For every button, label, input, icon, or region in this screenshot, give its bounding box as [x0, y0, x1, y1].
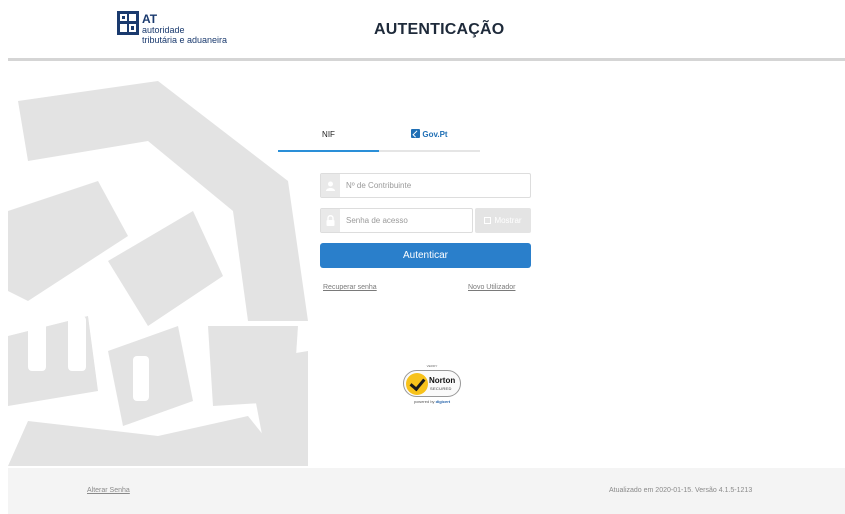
recover-password-link[interactable]: Recuperar senha — [323, 284, 377, 291]
authenticate-button[interactable]: Autenticar — [320, 243, 531, 268]
seal-name: Norton — [429, 376, 456, 385]
password-input[interactable] — [346, 212, 466, 229]
seal-verify-text: VERIFY — [426, 364, 438, 368]
tab-govpt-label: Gov.Pt — [422, 130, 448, 139]
logo-line-2: tributária e aduaneira — [142, 35, 228, 45]
seal-provider: digicert — [435, 399, 451, 404]
user-icon — [321, 174, 340, 197]
nif-input[interactable] — [346, 177, 526, 194]
norton-check-icon — [406, 373, 428, 395]
show-password-label: Mostrar — [494, 216, 522, 225]
seal-body: Norton SECURED — [403, 370, 461, 397]
at-emblem-icon — [117, 11, 139, 35]
header-divider — [8, 58, 845, 61]
seal-powered-by: powered by digicert — [400, 399, 464, 404]
tab-nif[interactable]: NIF — [278, 124, 379, 152]
nif-field — [320, 173, 531, 198]
logo-abbrev: AT — [142, 12, 158, 26]
seal-powered-by-text: powered by — [413, 399, 435, 404]
govpt-badge-icon — [411, 129, 421, 138]
tab-nif-label: NIF — [322, 130, 335, 139]
header: AT autoridade tributária e aduaneira AUT… — [0, 0, 845, 58]
new-user-link[interactable]: Novo Utilizador — [468, 284, 515, 291]
show-password-toggle[interactable]: Mostrar — [475, 208, 531, 233]
seal-secured: SECURED — [430, 386, 452, 391]
at-logo[interactable]: AT autoridade tributária e aduaneira — [117, 11, 257, 47]
page-title: AUTENTICAÇÃO — [374, 21, 505, 38]
norton-seal[interactable]: VERIFY Norton SECURED powered by digicer… — [400, 364, 464, 408]
background-emblem — [8, 61, 308, 466]
lock-icon — [321, 209, 340, 232]
logo-text: AT autoridade tributária e aduaneira — [142, 13, 227, 45]
version-text: Atualizado em 2020-01-15. Versão 4.1.5-1… — [609, 487, 753, 494]
tab-govpt[interactable]: Gov.Pt — [379, 124, 480, 152]
password-field — [320, 208, 473, 233]
change-password-link[interactable]: Alterar Senha — [87, 487, 130, 494]
auth-tabs: NIF Gov.Pt — [278, 124, 480, 152]
logo-line-1: autoridade — [142, 25, 185, 35]
show-password-checkbox[interactable] — [484, 217, 492, 224]
